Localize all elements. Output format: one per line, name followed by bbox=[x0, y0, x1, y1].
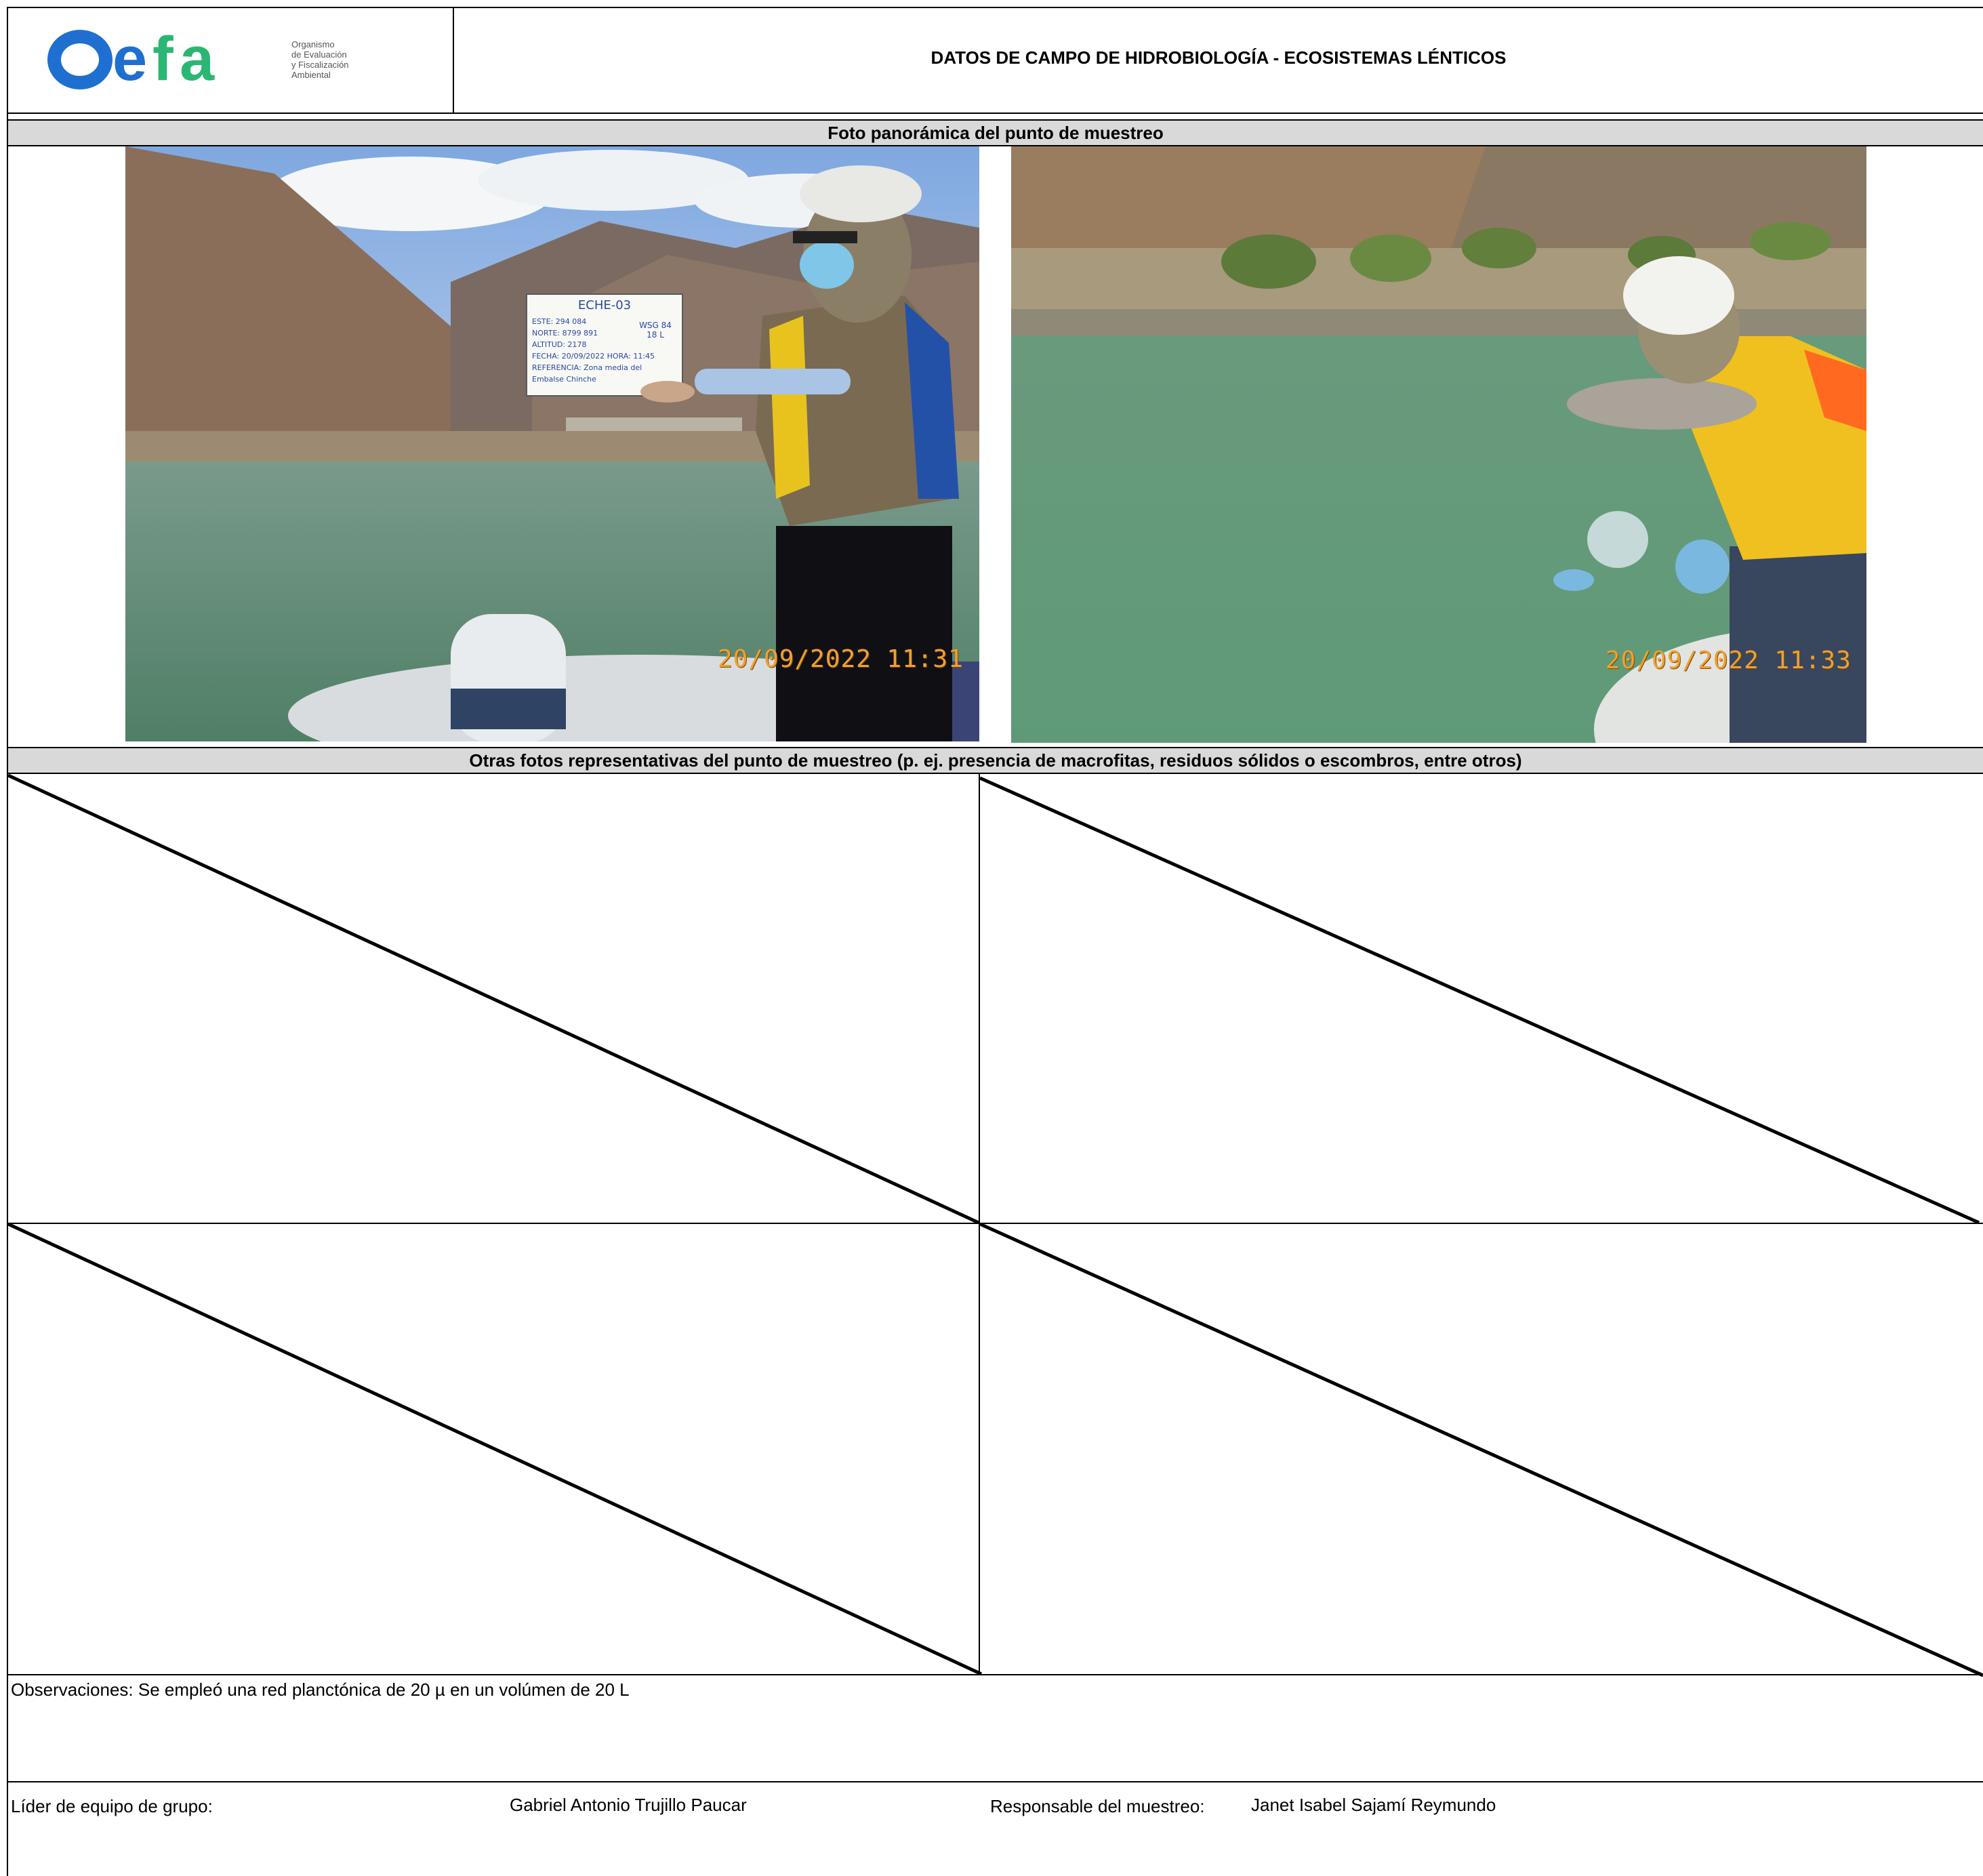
leader-name: Gabriel Antonio Trujillo Paucar bbox=[510, 1795, 747, 1815]
observations-label: Observaciones: bbox=[11, 1679, 134, 1700]
empty-cell-2-diagonal bbox=[979, 776, 1980, 1225]
responsible-label: Responsable del muestreo: bbox=[990, 1796, 1205, 1816]
observations-text: Se empleó una red planctónica de 20 µ en… bbox=[138, 1679, 630, 1700]
empty-cell-4-diagonal bbox=[979, 1222, 1983, 1677]
observations: Observaciones: Se empleó una red planctó… bbox=[11, 1679, 630, 1700]
responsible-name: Janet Isabel Sajamí Reymundo bbox=[1251, 1795, 1496, 1815]
empty-cell-3-diagonal bbox=[7, 1222, 983, 1676]
empty-cell-diagonals bbox=[7, 773, 1983, 1677]
leader-label: Líder de equipo de grupo: bbox=[11, 1796, 213, 1816]
empty-cell-1-diagonal bbox=[7, 773, 980, 1225]
